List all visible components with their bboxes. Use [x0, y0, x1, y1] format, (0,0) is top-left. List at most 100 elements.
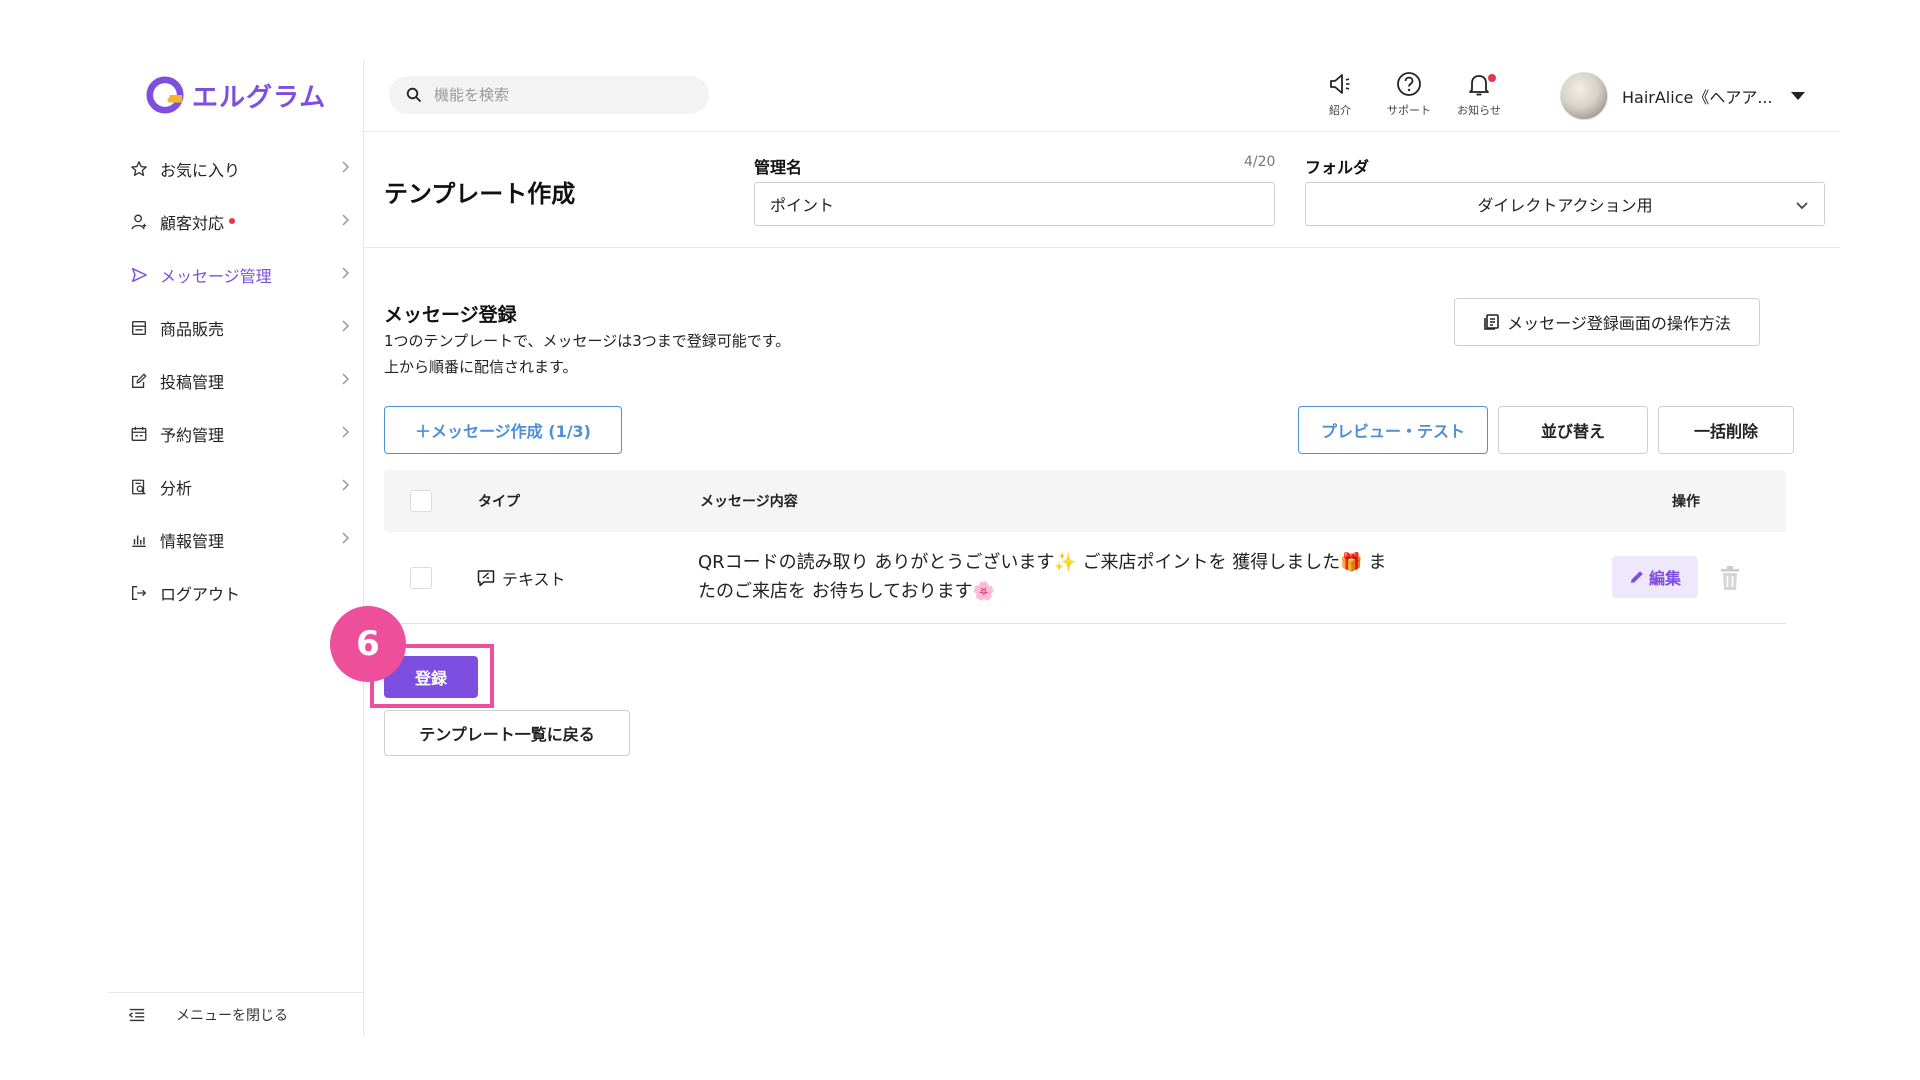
sidebar-item-label: ログアウト	[160, 584, 241, 604]
caret-down-icon	[1790, 92, 1805, 100]
edit-icon	[130, 372, 148, 390]
text-message-icon	[477, 570, 495, 587]
alert-dot	[229, 217, 236, 224]
search-icon	[406, 87, 422, 103]
back-to-list-button[interactable]: テンプレート一覧に戻る	[384, 710, 630, 756]
message-section-title: メッセージ登録	[384, 304, 517, 326]
folder-select-value: ダイレクトアクション用	[1477, 196, 1653, 215]
template-name-input[interactable]	[754, 182, 1275, 226]
chevron-right-icon	[342, 479, 350, 491]
help-guide-label: メッセージ登録画面の操作方法	[1507, 314, 1731, 333]
select-all-checkbox[interactable]	[410, 490, 432, 512]
sidebar: エルグラム お気に入り 顧客対応 メッセージ管理 商品販売 投稿管理 予約管理 …	[108, 60, 364, 1036]
chevron-right-icon	[342, 214, 350, 226]
header-referral-button[interactable]: 紹介	[1308, 70, 1372, 122]
chevron-right-icon	[342, 426, 350, 438]
header-icon-label: サポート	[1387, 104, 1431, 117]
message-type-label: テキスト	[502, 570, 566, 589]
sidebar-item-label: メッセージ管理	[160, 266, 272, 286]
store-icon	[130, 319, 148, 337]
column-header-actions: 操作	[1672, 494, 1700, 510]
chevron-right-icon	[342, 267, 350, 279]
sidebar-item-customer[interactable]: 顧客対応	[108, 195, 364, 248]
step-number-badge: 6	[330, 606, 406, 682]
name-char-counter: 4/20	[1244, 154, 1276, 170]
header-icon-label: お知らせ	[1457, 104, 1501, 117]
row-checkbox[interactable]	[410, 567, 432, 589]
preview-test-button[interactable]: プレビュー・テスト	[1298, 406, 1488, 454]
search-box[interactable]	[389, 76, 709, 114]
help-icon	[1397, 72, 1421, 96]
sidebar-item-label: 投稿管理	[160, 372, 225, 392]
notification-dot	[1488, 74, 1496, 82]
search-input[interactable]	[434, 86, 674, 104]
calendar-icon	[130, 425, 148, 443]
sidebar-item-sales[interactable]: 商品販売	[108, 301, 364, 354]
table-row: テキスト QRコードの読み取り ありがとうございます✨ ご来店ポイントを 獲得し…	[384, 532, 1786, 624]
app-logo[interactable]: エルグラム	[146, 76, 326, 114]
folder-select[interactable]: ダイレクトアクション用	[1305, 182, 1825, 226]
sidebar-item-label: 情報管理	[160, 531, 225, 551]
help-guide-button[interactable]: メッセージ登録画面の操作方法	[1454, 298, 1760, 346]
sidebar-item-label: 予約管理	[160, 425, 225, 445]
logo-mark-icon	[146, 76, 184, 114]
header-notifications-button[interactable]: お知らせ	[1447, 70, 1511, 122]
message-section-desc-2: 上から順番に配信されます。	[384, 358, 578, 376]
chevron-right-icon	[342, 373, 350, 385]
message-type-cell: テキスト	[476, 566, 566, 590]
menu-collapse-icon	[128, 1008, 145, 1021]
sidebar-item-logout[interactable]: ログアウト	[108, 566, 364, 619]
sidebar-item-messages[interactable]: メッセージ管理	[108, 248, 364, 301]
chevron-right-icon	[342, 320, 350, 332]
document-icon	[1484, 314, 1499, 330]
folder-field-label: フォルダ	[1305, 158, 1370, 177]
message-content-cell: QRコードの読み取り ありがとうございます✨ ご来店ポイントを 獲得しました🎁 …	[698, 552, 1387, 602]
preview-test-label: プレビュー・テスト	[1320, 422, 1465, 441]
send-icon	[130, 266, 148, 284]
sidebar-item-reservations[interactable]: 予約管理	[108, 407, 364, 460]
avatar	[1560, 72, 1608, 120]
collapse-menu-label: メニューを閉じる	[176, 1007, 288, 1024]
logo-text: エルグラム	[192, 82, 327, 113]
template-info-section: テンプレート作成 管理名 4/20 フォルダ ダイレクトアクション用	[364, 132, 1840, 248]
header-support-button[interactable]: サポート	[1377, 70, 1441, 122]
trash-icon[interactable]	[1718, 565, 1742, 591]
create-message-label: ＋メッセージ作成 (1/3)	[415, 422, 591, 441]
back-to-list-label: テンプレート一覧に戻る	[419, 725, 595, 744]
megaphone-icon	[1330, 74, 1350, 94]
sidebar-nav: お気に入り 顧客対応 メッセージ管理 商品販売 投稿管理 予約管理 分析 情報管…	[108, 142, 364, 619]
sidebar-item-label: 分析	[160, 478, 193, 498]
sidebar-item-label: お気に入り	[160, 160, 241, 180]
header-icon-label: 紹介	[1329, 104, 1351, 117]
sort-label: 並び替え	[1540, 422, 1605, 441]
logout-icon	[130, 584, 148, 602]
sidebar-item-info[interactable]: 情報管理	[108, 513, 364, 566]
chevron-right-icon	[342, 161, 350, 173]
report-icon	[130, 478, 148, 496]
chevron-right-icon	[342, 532, 350, 544]
message-section-desc-1: 1つのテンプレートで、メッセージは3つまで登録可能です。	[384, 332, 791, 350]
user-name: HairAlice《ヘアア...	[1622, 88, 1773, 107]
sort-button[interactable]: 並び替え	[1498, 406, 1648, 454]
star-icon	[130, 160, 148, 178]
chevron-down-icon	[1796, 202, 1808, 210]
sidebar-item-label: 商品販売	[160, 319, 225, 339]
sidebar-item-favorites[interactable]: お気に入り	[108, 142, 364, 195]
create-message-button[interactable]: ＋メッセージ作成 (1/3)	[384, 406, 622, 454]
pencil-icon	[1630, 571, 1643, 583]
edit-label: 編集	[1648, 569, 1681, 588]
sidebar-item-label: 顧客対応	[160, 213, 225, 233]
top-header: 紹介 サポート お知らせ HairAlice《ヘアア...	[364, 60, 1840, 132]
user-icon	[130, 213, 148, 231]
edit-message-button[interactable]: 編集	[1612, 556, 1698, 598]
sidebar-item-analytics[interactable]: 分析	[108, 460, 364, 513]
name-field-label: 管理名	[754, 158, 803, 177]
user-menu[interactable]: HairAlice《ヘアア...	[1560, 72, 1805, 120]
message-table-header: タイプ メッセージ内容 操作	[384, 470, 1786, 532]
sidebar-item-posts[interactable]: 投稿管理	[108, 354, 364, 407]
collapse-menu-button[interactable]: メニューを閉じる	[108, 992, 364, 1036]
bulk-delete-button[interactable]: 一括削除	[1658, 406, 1794, 454]
column-header-type: タイプ	[478, 494, 520, 510]
bulk-delete-label: 一括削除	[1693, 422, 1758, 441]
bar-chart-icon	[130, 531, 148, 549]
